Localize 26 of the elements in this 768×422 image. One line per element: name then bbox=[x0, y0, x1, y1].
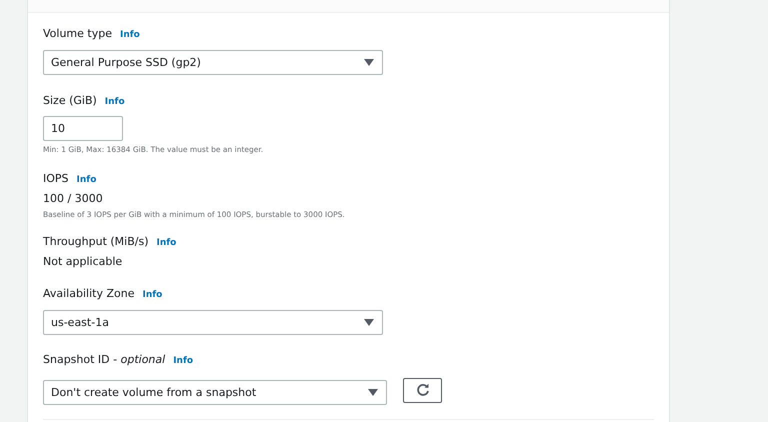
size-input[interactable]: 10 bbox=[43, 116, 123, 141]
dropdown[interactable]: us-east-1a bbox=[43, 310, 383, 335]
field-label: Availability Zone bbox=[43, 287, 134, 300]
field-label: Size (GiB) bbox=[43, 94, 97, 107]
info-link[interactable]: Info bbox=[104, 97, 125, 107]
dropdown-value: General Purpose SSD (gp2) bbox=[51, 56, 201, 69]
caret-icon bbox=[364, 319, 374, 326]
refresh-icon bbox=[416, 383, 430, 397]
field-value: 100 / 3000 bbox=[43, 192, 104, 205]
caret-icon bbox=[364, 59, 374, 66]
info-link[interactable]: Info bbox=[173, 356, 194, 366]
dropdown[interactable]: Don't create volume from a snapshot bbox=[43, 380, 387, 405]
dropdown[interactable]: General Purpose SSD (gp2) bbox=[43, 50, 383, 75]
info-link[interactable]: Info bbox=[142, 290, 162, 300]
caret-icon bbox=[368, 389, 378, 396]
refresh-button[interactable] bbox=[403, 378, 442, 402]
info-link[interactable]: Info bbox=[156, 238, 176, 248]
dropdown-value: us-east-1a bbox=[51, 316, 109, 329]
field-label: Throughput (MiB/s) bbox=[43, 235, 149, 248]
field-value: Not applicable bbox=[43, 255, 124, 268]
field-label: Snapshot ID - optional bbox=[43, 353, 166, 366]
field-label: Volume type bbox=[43, 27, 112, 40]
field-label: IOPS bbox=[43, 172, 69, 185]
dropdown-value: Don't create volume from a snapshot bbox=[51, 386, 256, 399]
info-link[interactable]: Info bbox=[76, 175, 96, 185]
info-link[interactable]: Info bbox=[120, 30, 140, 40]
